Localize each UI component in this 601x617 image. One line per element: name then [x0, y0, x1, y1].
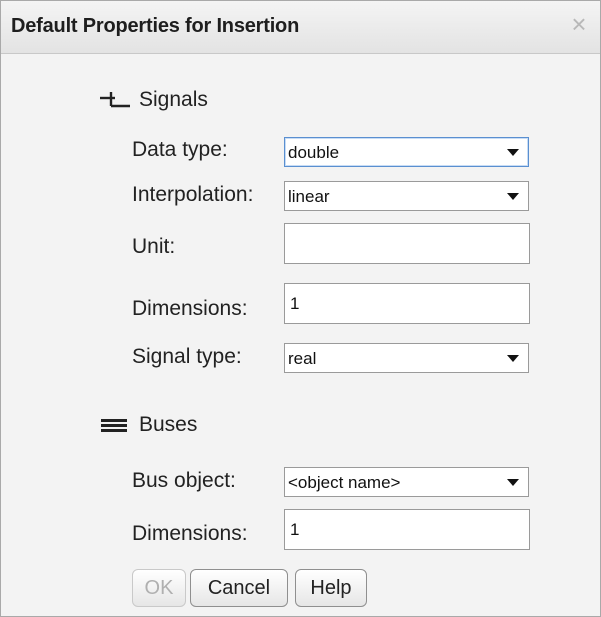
- data-type-label: Data type:: [132, 138, 228, 161]
- unit-input[interactable]: [284, 223, 530, 264]
- signal-dimensions-label: Dimensions:: [132, 297, 248, 320]
- chevron-down-icon: [507, 355, 519, 362]
- bus-dimensions-input[interactable]: [284, 509, 530, 550]
- chevron-down-icon: [507, 149, 519, 156]
- signal-dimensions-input[interactable]: [284, 283, 530, 324]
- chevron-down-icon: [507, 193, 519, 200]
- buses-section-heading: Buses: [99, 413, 197, 437]
- signals-section-heading: Signals: [99, 88, 208, 112]
- close-icon[interactable]: ×: [566, 11, 592, 37]
- signal-type-select[interactable]: real: [284, 343, 529, 373]
- signal-line-icon: [99, 89, 131, 111]
- chevron-down-icon: [507, 479, 519, 486]
- dialog-content: Signals Data type: double Interpolation:…: [1, 54, 600, 616]
- data-type-select[interactable]: double: [284, 137, 529, 167]
- interpolation-select[interactable]: linear: [284, 181, 529, 211]
- bus-object-value: <object name>: [288, 473, 401, 492]
- bus-lines-icon: [99, 414, 131, 436]
- title-bar[interactable]: Default Properties for Insertion ×: [1, 1, 600, 54]
- bus-object-label: Bus object:: [132, 469, 236, 492]
- bus-object-select[interactable]: <object name>: [284, 467, 529, 497]
- buses-heading-label: Buses: [139, 413, 198, 436]
- cancel-button[interactable]: Cancel: [190, 569, 288, 607]
- signal-type-label: Signal type:: [132, 345, 242, 368]
- ok-button[interactable]: OK: [132, 569, 186, 607]
- signals-heading-label: Signals: [139, 88, 208, 111]
- unit-label: Unit:: [132, 235, 176, 258]
- bus-dimensions-label: Dimensions:: [132, 522, 248, 545]
- data-type-value: double: [288, 143, 340, 162]
- help-button[interactable]: Help: [295, 569, 367, 607]
- default-properties-dialog: Default Properties for Insertion × Signa…: [0, 0, 601, 617]
- signal-type-value: real: [288, 349, 317, 368]
- interpolation-label: Interpolation:: [132, 183, 254, 206]
- interpolation-value: linear: [288, 187, 330, 206]
- dialog-title: Default Properties for Insertion: [11, 15, 300, 37]
